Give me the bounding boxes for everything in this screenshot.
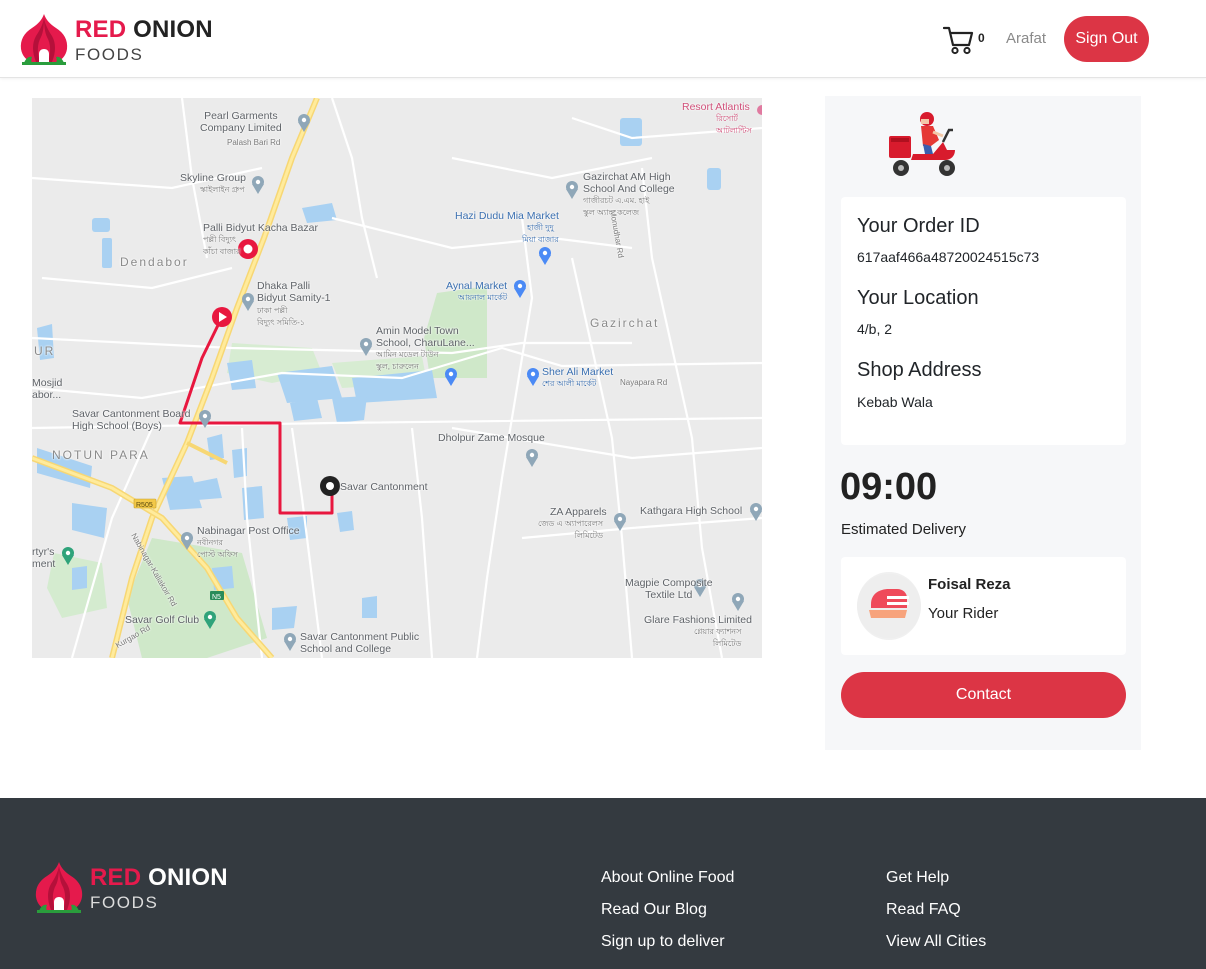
footer-logo-subtitle: FOODS <box>90 893 159 912</box>
delivery-scooter-icon <box>889 112 955 176</box>
location-value: 4/b, 2 <box>857 321 893 337</box>
contact-button[interactable]: Contact <box>841 672 1126 718</box>
map-label: Savar Cantonment Board High School (Boys… <box>72 408 191 432</box>
logo-subtitle: FOODS <box>75 45 144 64</box>
map-label: Magpie Composite Textile Ltd <box>625 577 713 601</box>
map-label: Kathgara High School <box>640 505 743 517</box>
cart-icon[interactable] <box>943 25 975 55</box>
map-label: Amin Model Town School, CharuLane... <box>376 325 475 349</box>
map-label: Gazirchat AM High School And College <box>583 171 675 195</box>
map-label: Nabinagar Post Office <box>197 525 300 537</box>
user-name[interactable]: Arafat <box>1006 30 1046 47</box>
start-marker-icon <box>238 239 258 259</box>
map-label: আয়নাল মার্কেট <box>458 293 508 302</box>
map-label: Dendabor <box>120 255 189 269</box>
map-label: জেড এ অ্যাপারেলস লিমিটেড <box>538 519 604 540</box>
logo-dark-text: ONION <box>133 16 213 43</box>
estimated-delivery-label: Estimated Delivery <box>841 521 967 538</box>
sign-out-button[interactable]: Sign Out <box>1064 16 1149 62</box>
rider-card: Foisal Reza Your Rider <box>841 557 1126 655</box>
estimated-time: 09:00 <box>840 466 938 508</box>
map-label: আমিন মডেল টাউন স্কুল, চারুলেন <box>376 350 439 371</box>
map-label: ZA Apparels <box>550 506 607 518</box>
map-label: Savar Cantonment Public School and Colle… <box>300 631 420 655</box>
map-label: Sher Ali Market <box>542 366 614 378</box>
map-label: নবীনগর পোস্ট অফিস <box>197 538 238 559</box>
rider-avatar-icon <box>857 574 921 638</box>
footer-link-deliver[interactable]: Sign up to deliver <box>601 933 725 951</box>
delivery-map[interactable]: Pearl Garments Company Limited Palash Ba… <box>32 98 762 658</box>
map-label: rtyr's ment <box>32 546 56 570</box>
map-label: Glare Fashions Limited <box>644 614 752 626</box>
map-label: Skyline Group <box>180 172 246 184</box>
rider-avatar <box>857 572 921 640</box>
map-label: Dhaka Palli Bidyut Samity-1 <box>257 280 331 304</box>
map-label: ঢাকা পল্লী বিদ্যুৎ সমিতি-১ <box>257 306 305 327</box>
logo-title: RED ONION <box>75 16 213 44</box>
footer-logo[interactable]: RED ONION FOODS <box>33 860 233 914</box>
logo-red-text: RED <box>75 16 127 43</box>
map-label: গ্লেয়ার ফ্যাশনস লিমিটেড <box>694 627 742 648</box>
logo[interactable]: RED ONION FOODS <box>18 12 218 66</box>
header: RED ONION FOODS 0 Arafat Sign Out <box>0 0 1206 78</box>
map-label: Savar Golf Club <box>125 614 200 626</box>
map-label: UR <box>34 344 56 358</box>
map-label: Palash Bari Rd <box>227 138 281 147</box>
footer-logo-red-text: RED <box>90 864 142 891</box>
rider-name: Foisal Reza <box>928 576 1011 593</box>
footer-link-blog[interactable]: Read Our Blog <box>601 901 707 919</box>
rider-role: Your Rider <box>928 605 999 622</box>
order-id-value: 617aaf466a48720024515c73 <box>857 249 1040 265</box>
shop-address-value: Kebab Wala <box>857 394 933 410</box>
footer-link-cities[interactable]: View All Cities <box>886 933 986 951</box>
map-label: NOTUN PARA <box>52 448 150 462</box>
map-label: Nayapara Rd <box>620 378 668 387</box>
map-label: Pearl Garments Company Limited <box>200 110 282 134</box>
map-label: Gazirchat <box>590 316 660 330</box>
onion-logo-icon <box>20 14 68 65</box>
cart-count: 0 <box>978 31 985 45</box>
map-label: Palli Bidyut Kacha Bazar <box>203 222 318 234</box>
map-label: রিসোর্ট আটলান্টিস <box>716 114 752 135</box>
map-label: Hazi Dudu Mia Market <box>455 210 559 222</box>
road-shield-n5: N5 <box>212 594 221 601</box>
destination-marker-icon <box>320 476 340 496</box>
map-label: পল্লী বিদ্যুৎ কাঁচা বাজার <box>203 235 241 256</box>
footer-logo-dark-text: ONION <box>148 864 228 891</box>
onion-logo-icon <box>35 862 83 913</box>
order-info-card: Your Order ID 617aaf466a48720024515c73 Y… <box>841 197 1126 445</box>
footer-link-help[interactable]: Get Help <box>886 869 949 887</box>
map-label: Resort Atlantis <box>682 101 750 113</box>
shop-address-heading: Shop Address <box>857 359 982 381</box>
map-label: Dholpur Zame Mosque <box>438 432 545 444</box>
road-shield-r505: R505 <box>136 502 153 509</box>
footer-logo-title: RED ONION <box>90 864 228 892</box>
location-heading: Your Location <box>857 287 979 309</box>
order-id-heading: Your Order ID <box>857 215 980 237</box>
map-label: Savar Cantonment <box>340 481 428 493</box>
footer-link-about[interactable]: About Online Food <box>601 869 734 887</box>
order-panel: Your Order ID 617aaf466a48720024515c73 Y… <box>825 96 1141 750</box>
map-label: Mosjid abor... <box>32 377 63 401</box>
footer-link-faq[interactable]: Read FAQ <box>886 901 961 919</box>
map-label: স্কাইলাইন গ্রুপ <box>200 185 245 194</box>
footer: RED ONION FOODS About Online Food Read O… <box>0 798 1206 969</box>
rider-marker-icon <box>212 307 232 327</box>
map-label: শের আলী মার্কেট <box>542 379 597 388</box>
map-label: হাজী দুদু মিয়া বাজার <box>522 223 559 244</box>
map-label: Aynal Market <box>446 280 508 292</box>
